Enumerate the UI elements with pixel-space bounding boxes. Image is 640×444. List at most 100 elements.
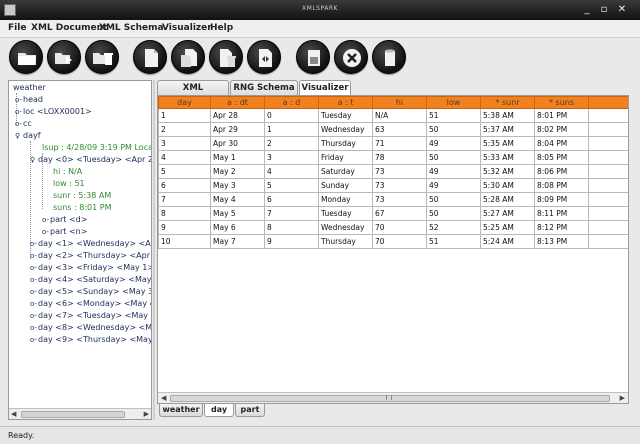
table-cell[interactable]: 8:13 PM — [534, 234, 589, 249]
table-cell[interactable]: 50 — [426, 206, 481, 221]
table-cell[interactable]: 8 — [158, 206, 211, 221]
table-row[interactable]: 6 May 3 5 Sunday 73 49 5:30 AM 8:08 PM — [158, 178, 628, 193]
table-cell[interactable]: 70 — [372, 220, 427, 235]
column-header[interactable]: a : d — [264, 96, 319, 109]
table-cell[interactable]: 8:02 PM — [534, 122, 589, 137]
menu-visualizer[interactable]: Visualizer — [162, 23, 212, 33]
load-button[interactable] — [47, 40, 81, 74]
table-cell[interactable]: 3 — [264, 150, 319, 165]
table-cell[interactable]: 5:28 AM — [480, 192, 535, 207]
table-cell[interactable]: Wednesday — [318, 220, 373, 235]
table-cell[interactable]: Thursday — [318, 136, 373, 151]
menu-help[interactable]: Help — [210, 23, 233, 33]
tree-node-day-4[interactable]: o-day <4> <Saturday> <May 2> — [30, 275, 151, 284]
tree-node-day-0[interactable]: ♀day <0> <Tuesday> <Apr 28> — [30, 155, 151, 164]
table-row[interactable]: 1 Apr 28 0 Tuesday N/A 51 5:38 AM 8:01 PM — [158, 108, 628, 123]
tree-node-part-n[interactable]: o-part <n> — [42, 227, 87, 236]
tree-node-sunr[interactable]: sunr : 5:38 AM — [53, 191, 111, 200]
table-row[interactable]: 9 May 6 8 Wednesday 70 52 5:25 AM 8:12 PM — [158, 220, 628, 235]
tree-node-day-7[interactable]: o-day <7> <Tuesday> <May 5> — [30, 311, 151, 320]
table-cell[interactable]: 52 — [426, 220, 481, 235]
table-cell[interactable]: 7 — [264, 206, 319, 221]
table-cell[interactable]: 8 — [264, 220, 319, 235]
table-cell[interactable]: 5 — [264, 178, 319, 193]
document-arrows-button[interactable] — [247, 40, 281, 74]
table-cell[interactable]: 8:01 PM — [534, 108, 589, 123]
column-header[interactable]: a : t — [318, 96, 373, 109]
table-cell[interactable]: 5:24 AM — [480, 234, 535, 249]
table-cell[interactable]: 5:38 AM — [480, 108, 535, 123]
table-cell[interactable]: 63 — [372, 122, 427, 137]
table-cell[interactable]: 50 — [426, 150, 481, 165]
table-cell[interactable]: Apr 29 — [210, 122, 265, 137]
tree-node-day-6[interactable]: o-day <6> <Monday> <May 4> — [30, 299, 151, 308]
tree-node-day-9[interactable]: o-day <9> <Thursday> <May 7> — [30, 335, 151, 344]
tree-node-cc[interactable]: o-cc — [15, 119, 32, 128]
disk-button[interactable] — [296, 40, 330, 74]
table-cell[interactable] — [588, 234, 628, 249]
tab-rng-schema[interactable]: RNG Schema — [230, 80, 298, 96]
table-cell[interactable]: 73 — [372, 192, 427, 207]
column-header[interactable]: * suns — [534, 96, 589, 109]
table-cell[interactable]: May 7 — [210, 234, 265, 249]
column-header[interactable]: hi — [372, 96, 427, 109]
table-cell[interactable]: Thursday — [318, 234, 373, 249]
table-cell[interactable]: 78 — [372, 150, 427, 165]
table-cell[interactable]: Apr 28 — [210, 108, 265, 123]
table-row[interactable]: 10 May 7 9 Thursday 70 51 5:24 AM 8:13 PM — [158, 234, 628, 249]
table-cell[interactable]: 50 — [426, 192, 481, 207]
table-cell[interactable]: 49 — [426, 164, 481, 179]
table-cell[interactable]: 4 — [264, 164, 319, 179]
table-cell[interactable]: 8:12 PM — [534, 220, 589, 235]
tree-node-loc[interactable]: o-loc <LOXX0001> — [15, 107, 92, 116]
grid-horizontal-scrollbar[interactable]: ◀ ▶ — [158, 392, 628, 403]
delete-folder-button[interactable] — [85, 40, 119, 74]
table-cell[interactable]: 71 — [372, 136, 427, 151]
table-cell[interactable]: 8:04 PM — [534, 136, 589, 151]
column-header[interactable]: day — [158, 96, 211, 109]
tree-root-weather[interactable]: weather — [13, 83, 46, 92]
table-cell[interactable]: N/A — [372, 108, 427, 123]
table-cell[interactable]: 50 — [426, 122, 481, 137]
scroll-left-icon[interactable]: ◀ — [161, 394, 166, 402]
tree-node-day-2[interactable]: o-day <2> <Thursday> <Apr 30 — [30, 251, 151, 260]
scroll-thumb[interactable] — [21, 411, 125, 418]
bottom-tab-day[interactable]: day — [204, 404, 234, 417]
table-row[interactable]: 5 May 2 4 Saturday 73 49 5:32 AM 8:06 PM — [158, 164, 628, 179]
table-cell[interactable]: 9 — [158, 220, 211, 235]
table-cell[interactable]: 2 — [158, 122, 211, 137]
table-cell[interactable]: 49 — [426, 136, 481, 151]
scroll-left-icon[interactable]: ◀ — [11, 410, 16, 418]
tree-node-suns[interactable]: suns : 8:01 PM — [53, 203, 112, 212]
close-circle-button[interactable] — [334, 40, 368, 74]
tree-node-part-d[interactable]: o-part <d> — [42, 215, 87, 224]
table-row[interactable]: 2 Apr 29 1 Wednesday 63 50 5:37 AM 8:02 PM — [158, 122, 628, 137]
column-header[interactable]: part — [588, 96, 628, 109]
table-cell[interactable]: 5:25 AM — [480, 220, 535, 235]
table-cell[interactable]: May 5 — [210, 206, 265, 221]
table-cell[interactable]: Tuesday — [318, 206, 373, 221]
table-cell[interactable]: 7 — [158, 192, 211, 207]
column-header[interactable]: a : dt — [210, 96, 265, 109]
table-cell[interactable]: 8:09 PM — [534, 192, 589, 207]
table-cell[interactable]: May 6 — [210, 220, 265, 235]
tree-node-dayf[interactable]: ♀ dayf — [15, 131, 41, 140]
table-cell[interactable] — [588, 122, 628, 137]
table-cell[interactable]: 2 — [264, 136, 319, 151]
bottom-tab-weather[interactable]: weather — [159, 404, 203, 417]
table-cell[interactable]: 6 — [158, 178, 211, 193]
table-cell[interactable]: 51 — [426, 234, 481, 249]
delete-document-button[interactable] — [209, 40, 243, 74]
tree-node-day-3[interactable]: o-day <3> <Friday> <May 1> — [30, 263, 151, 272]
table-cell[interactable]: Wednesday — [318, 122, 373, 137]
table-row[interactable]: 7 May 4 6 Monday 73 50 5:28 AM 8:09 PM — [158, 192, 628, 207]
table-cell[interactable] — [588, 164, 628, 179]
table-cell[interactable] — [588, 150, 628, 165]
table-cell[interactable]: 70 — [372, 234, 427, 249]
table-cell[interactable]: May 1 — [210, 150, 265, 165]
table-cell[interactable]: 73 — [372, 178, 427, 193]
table-cell[interactable] — [588, 206, 628, 221]
minimize-button[interactable]: _ — [580, 3, 594, 17]
table-cell[interactable]: Sunday — [318, 178, 373, 193]
table-cell[interactable]: 6 — [264, 192, 319, 207]
